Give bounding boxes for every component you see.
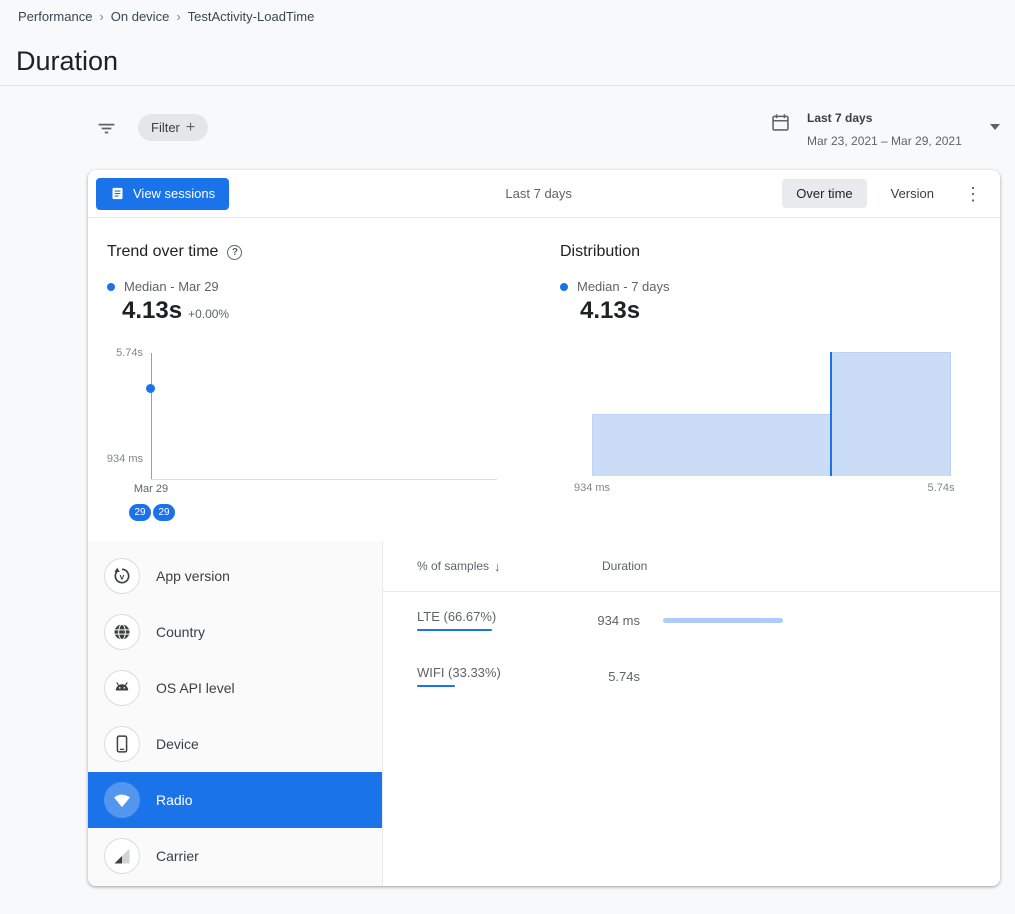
row-label: WIFI (33.33%) [417, 665, 501, 680]
samples-pct-bar [417, 629, 492, 631]
samples-header-label: % of samples [417, 559, 489, 573]
sidebar-item-label: App version [156, 568, 230, 584]
more-menu-icon[interactable]: ⋮ [958, 185, 988, 203]
app-version-icon: v [104, 558, 140, 594]
sidebar-item-os-api-level[interactable]: OS API level [88, 660, 382, 716]
trend-y-max-label: 5.74s [88, 347, 143, 359]
breakdown-section: v App version Country OS API level [88, 541, 1000, 886]
sidebar-item-label: Device [156, 736, 199, 752]
samples-cell: WIFI (33.33%) [417, 665, 590, 687]
page-title: Duration [16, 46, 118, 77]
legend-dot [107, 283, 115, 291]
wifi-icon [104, 782, 140, 818]
card-header: View sessions Last 7 days Over time Vers… [88, 170, 1000, 218]
distribution-x-max-label: 5.74s [911, 482, 971, 494]
phone-icon [104, 726, 140, 762]
charts-section: Trend over time ? Median - Mar 29 4.13s … [88, 218, 1000, 541]
date-preset-label: Last 7 days [807, 111, 962, 125]
plus-icon: + [186, 120, 195, 136]
view-sessions-button[interactable]: View sessions [96, 178, 229, 210]
distribution-x-min-label: 934 ms [562, 482, 622, 494]
sidebar-item-label: Country [156, 624, 205, 640]
help-icon[interactable]: ? [227, 245, 242, 260]
sidebar-item-device[interactable]: Device [88, 716, 382, 772]
trend-data-point [146, 384, 155, 393]
tab-version[interactable]: Version [877, 179, 948, 208]
os-api-level-icon [104, 670, 140, 706]
distribution-median-value: 4.13s [580, 297, 640, 325]
sidebar-item-label: Carrier [156, 848, 199, 864]
distribution-value-row: 4.13s [580, 297, 640, 325]
svg-text:v: v [120, 571, 125, 581]
distribution-title-row: Distribution [560, 243, 640, 261]
samples-pct-bar [417, 685, 455, 687]
duration-bar [663, 618, 783, 623]
view-sessions-label: View sessions [133, 186, 215, 201]
view-toggle-group: Over time Version ⋮ [782, 179, 988, 208]
date-range-picker[interactable]: Last 7 days Mar 23, 2021 – Mar 29, 2021 [770, 108, 1000, 148]
chevron-down-icon [990, 124, 1000, 130]
sidebar-item-label: Radio [156, 792, 193, 808]
legend-dot [560, 283, 568, 291]
globe-icon [104, 614, 140, 650]
duration-value: 5.74s [590, 669, 640, 684]
trend-value-row: 4.13s +0.00% [122, 297, 229, 325]
filter-chip-label: Filter [151, 120, 180, 135]
table-header: % of samples ↓ Duration [383, 541, 1000, 592]
trend-title: Trend over time [107, 243, 218, 261]
sidebar-item-app-version[interactable]: v App version [88, 548, 382, 604]
breadcrumb-trace[interactable]: TestActivity-LoadTime [188, 9, 315, 24]
date-range-label: Mar 23, 2021 – Mar 29, 2021 [807, 134, 962, 148]
table-row-lte[interactable]: LTE (66.67%) 934 ms [383, 592, 1000, 648]
median-line [830, 352, 832, 476]
trend-legend-label: Median - Mar 29 [124, 279, 219, 294]
column-header-duration[interactable]: Duration [590, 559, 647, 573]
breadcrumb-separator: › [176, 9, 180, 24]
sidebar-item-country[interactable]: Country [88, 604, 382, 660]
sessions-doc-icon [110, 186, 125, 201]
breadcrumb-separator: › [99, 9, 103, 24]
trend-y-min-label: 934 ms [88, 453, 143, 465]
sidebar-item-radio[interactable]: Radio [88, 772, 382, 828]
signal-icon [104, 838, 140, 874]
header-divider [0, 85, 1015, 86]
histogram-bar-low [592, 414, 831, 476]
breadcrumb-performance[interactable]: Performance [18, 9, 92, 24]
trend-x-tick: Mar 29 [111, 483, 191, 495]
tab-over-time[interactable]: Over time [782, 179, 866, 208]
filter-chip[interactable]: Filter + [138, 114, 208, 141]
breadcrumb-on-device[interactable]: On device [111, 9, 170, 24]
calendar-icon [770, 112, 791, 148]
trend-legend: Median - Mar 29 [107, 279, 219, 294]
sidebar-item-label: OS API level [156, 680, 235, 696]
sort-desc-icon: ↓ [494, 559, 501, 574]
filter-list-icon[interactable] [96, 118, 117, 139]
table-row-wifi[interactable]: WIFI (33.33%) 5.74s [383, 648, 1000, 704]
row-label: LTE (66.67%) [417, 609, 496, 624]
trend-median-value: 4.13s [122, 297, 182, 325]
column-header-samples[interactable]: % of samples ↓ [417, 559, 590, 574]
samples-table: % of samples ↓ Duration LTE (66.67%) 934… [383, 541, 1000, 886]
trend-title-row: Trend over time ? [107, 243, 242, 261]
histogram-bar-high [831, 352, 951, 476]
breadcrumb: Performance › On device › TestActivity-L… [18, 9, 314, 24]
distribution-title: Distribution [560, 243, 640, 261]
duration-card: View sessions Last 7 days Over time Vers… [88, 170, 1000, 886]
range-handle-start[interactable]: 29 [129, 504, 151, 521]
trend-delta: +0.00% [188, 307, 229, 321]
period-label: Last 7 days [505, 186, 572, 201]
distribution-legend-label: Median - 7 days [577, 279, 670, 294]
sidebar-item-carrier[interactable]: Carrier [88, 828, 382, 884]
range-handle-end[interactable]: 29 [153, 504, 175, 521]
trend-x-axis [151, 479, 497, 480]
trend-y-axis [151, 353, 152, 479]
date-text: Last 7 days Mar 23, 2021 – Mar 29, 2021 [807, 108, 962, 148]
duration-value: 934 ms [590, 613, 640, 628]
samples-cell: LTE (66.67%) [417, 609, 590, 631]
distribution-legend: Median - 7 days [560, 279, 670, 294]
dimension-sidebar: v App version Country OS API level [88, 541, 383, 886]
